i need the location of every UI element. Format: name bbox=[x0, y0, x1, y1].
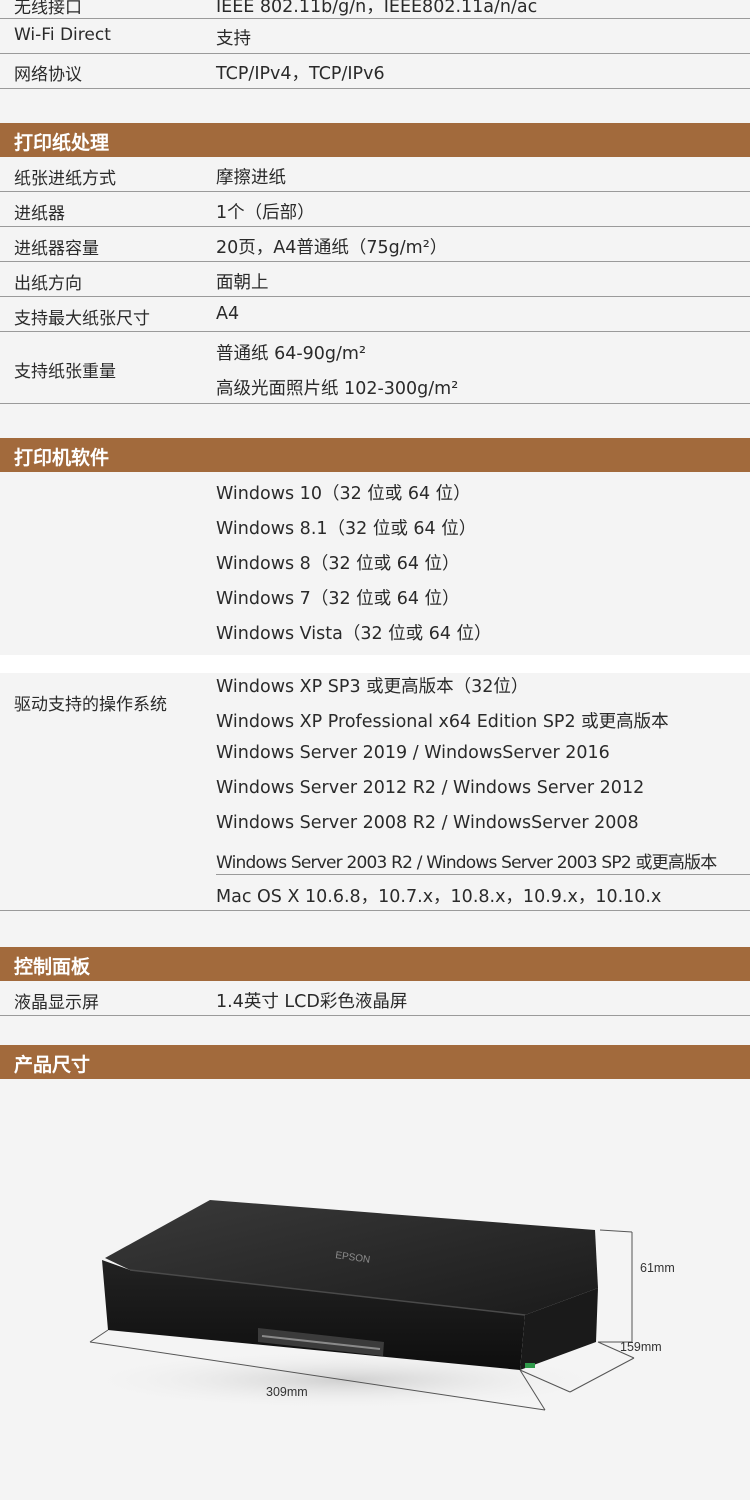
os-line: Windows 8.1（32 位或 64 位） bbox=[216, 519, 477, 539]
spec-label: 支持纸张重量 bbox=[14, 362, 116, 382]
spec-row-max-paper-size: 支持最大纸张尺寸 A4 bbox=[0, 297, 750, 332]
spec-value: 1.4英寸 LCD彩色液晶屏 bbox=[216, 992, 408, 1012]
spec-page: 无线接口 IEEE 802.11b/g/n，IEEE802.11a/n/ac W… bbox=[0, 0, 750, 1500]
depth-dimension: 159mm bbox=[620, 1340, 662, 1354]
spec-label: 无线接口 bbox=[14, 0, 82, 18]
spec-label: 网络协议 bbox=[14, 65, 82, 85]
os-line: Windows 8（32 位或 64 位） bbox=[216, 554, 460, 574]
os-line: Windows XP SP3 或更高版本（32位） bbox=[216, 677, 529, 697]
os-line: Windows Server 2003 R2 / Windows Server … bbox=[216, 853, 717, 873]
spec-row-wifi-direct: Wi-Fi Direct 支持 bbox=[0, 19, 750, 54]
os-line: Windows 10（32 位或 64 位） bbox=[216, 484, 471, 504]
os-line: Windows Server 2008 R2 / WindowsServer 2… bbox=[216, 813, 639, 833]
spec-label: 出纸方向 bbox=[14, 274, 82, 294]
spec-value: 支持 bbox=[216, 29, 251, 49]
spec-label: 支持最大纸张尺寸 bbox=[14, 309, 150, 329]
os-line: Windows Server 2012 R2 / Windows Server … bbox=[216, 778, 645, 798]
spec-label: 进纸器容量 bbox=[14, 239, 99, 259]
spec-row-wireless: 无线接口 IEEE 802.11b/g/n，IEEE802.11a/n/ac bbox=[0, 0, 750, 19]
spec-row-lcd: 液晶显示屏 1.4英寸 LCD彩色液晶屏 bbox=[0, 981, 750, 1016]
spec-row-paper-weight: 支持纸张重量 普通纸 64-90g/m² 高级光面照片纸 102-300g/m² bbox=[0, 332, 750, 404]
os-line: Windows Server 2019 / WindowsServer 2016 bbox=[216, 743, 610, 763]
spec-value: TCP/IPv4，TCP/IPv6 bbox=[216, 64, 385, 84]
printer-illustration: EPSON bbox=[75, 1200, 635, 1411]
spec-value: 20页，A4普通纸（75g/m²） bbox=[216, 238, 448, 258]
spec-row-protocol: 网络协议 TCP/IPv4，TCP/IPv6 bbox=[0, 54, 750, 89]
spec-value: 面朝上 bbox=[216, 273, 269, 293]
spec-row-supported-os: 驱动支持的操作系统 Windows 10（32 位或 64 位） Windows… bbox=[0, 472, 750, 911]
height-dimension: 61mm bbox=[640, 1261, 675, 1275]
spec-label: 驱动支持的操作系统 bbox=[14, 695, 167, 715]
spec-value: IEEE 802.11b/g/n，IEEE802.11a/n/ac bbox=[216, 0, 538, 17]
spec-value: 1个（后部） bbox=[216, 203, 315, 223]
spec-row-output-direction: 出纸方向 面朝上 bbox=[0, 262, 750, 297]
spec-label: Wi-Fi Direct bbox=[14, 25, 111, 45]
os-line: Mac OS X 10.6.8，10.7.x，10.8.x，10.9.x，10.… bbox=[216, 887, 662, 907]
width-dimension: 309mm bbox=[266, 1385, 308, 1399]
section-header-paper-handling: 打印纸处理 bbox=[0, 123, 750, 157]
os-line: Windows 7（32 位或 64 位） bbox=[216, 589, 460, 609]
section-title: 打印机软件 bbox=[14, 447, 110, 469]
spec-row-feeder: 进纸器 1个（后部） bbox=[0, 192, 750, 227]
spec-label: 纸张进纸方式 bbox=[14, 169, 116, 189]
os-line: Windows XP Professional x64 Edition SP2 … bbox=[216, 712, 669, 732]
section-title: 产品尺寸 bbox=[14, 1054, 91, 1076]
spec-label: 液晶显示屏 bbox=[14, 993, 99, 1013]
spec-value: A4 bbox=[216, 304, 240, 324]
spec-value: 摩擦进纸 bbox=[216, 168, 286, 188]
product-photo: EPSON 61mm 159mm 309mm bbox=[0, 1080, 750, 1500]
spec-value-line: 普通纸 64-90g/m² bbox=[216, 344, 366, 364]
spec-label: 进纸器 bbox=[14, 204, 65, 224]
section-header-control-panel: 控制面板 bbox=[0, 947, 750, 981]
power-led bbox=[525, 1363, 535, 1368]
section-header-printer-software: 打印机软件 bbox=[0, 438, 750, 472]
spec-value-line: 高级光面照片纸 102-300g/m² bbox=[216, 379, 459, 399]
os-divider bbox=[216, 874, 750, 875]
os-line: Windows Vista（32 位或 64 位） bbox=[216, 624, 492, 644]
spec-row-feed-method: 纸张进纸方式 摩擦进纸 bbox=[0, 157, 750, 192]
section-title: 控制面板 bbox=[14, 956, 91, 978]
spec-row-feeder-capacity: 进纸器容量 20页，A4普通纸（75g/m²） bbox=[0, 227, 750, 262]
section-header-dimensions: 产品尺寸 bbox=[0, 1045, 750, 1079]
section-title: 打印纸处理 bbox=[14, 132, 110, 154]
